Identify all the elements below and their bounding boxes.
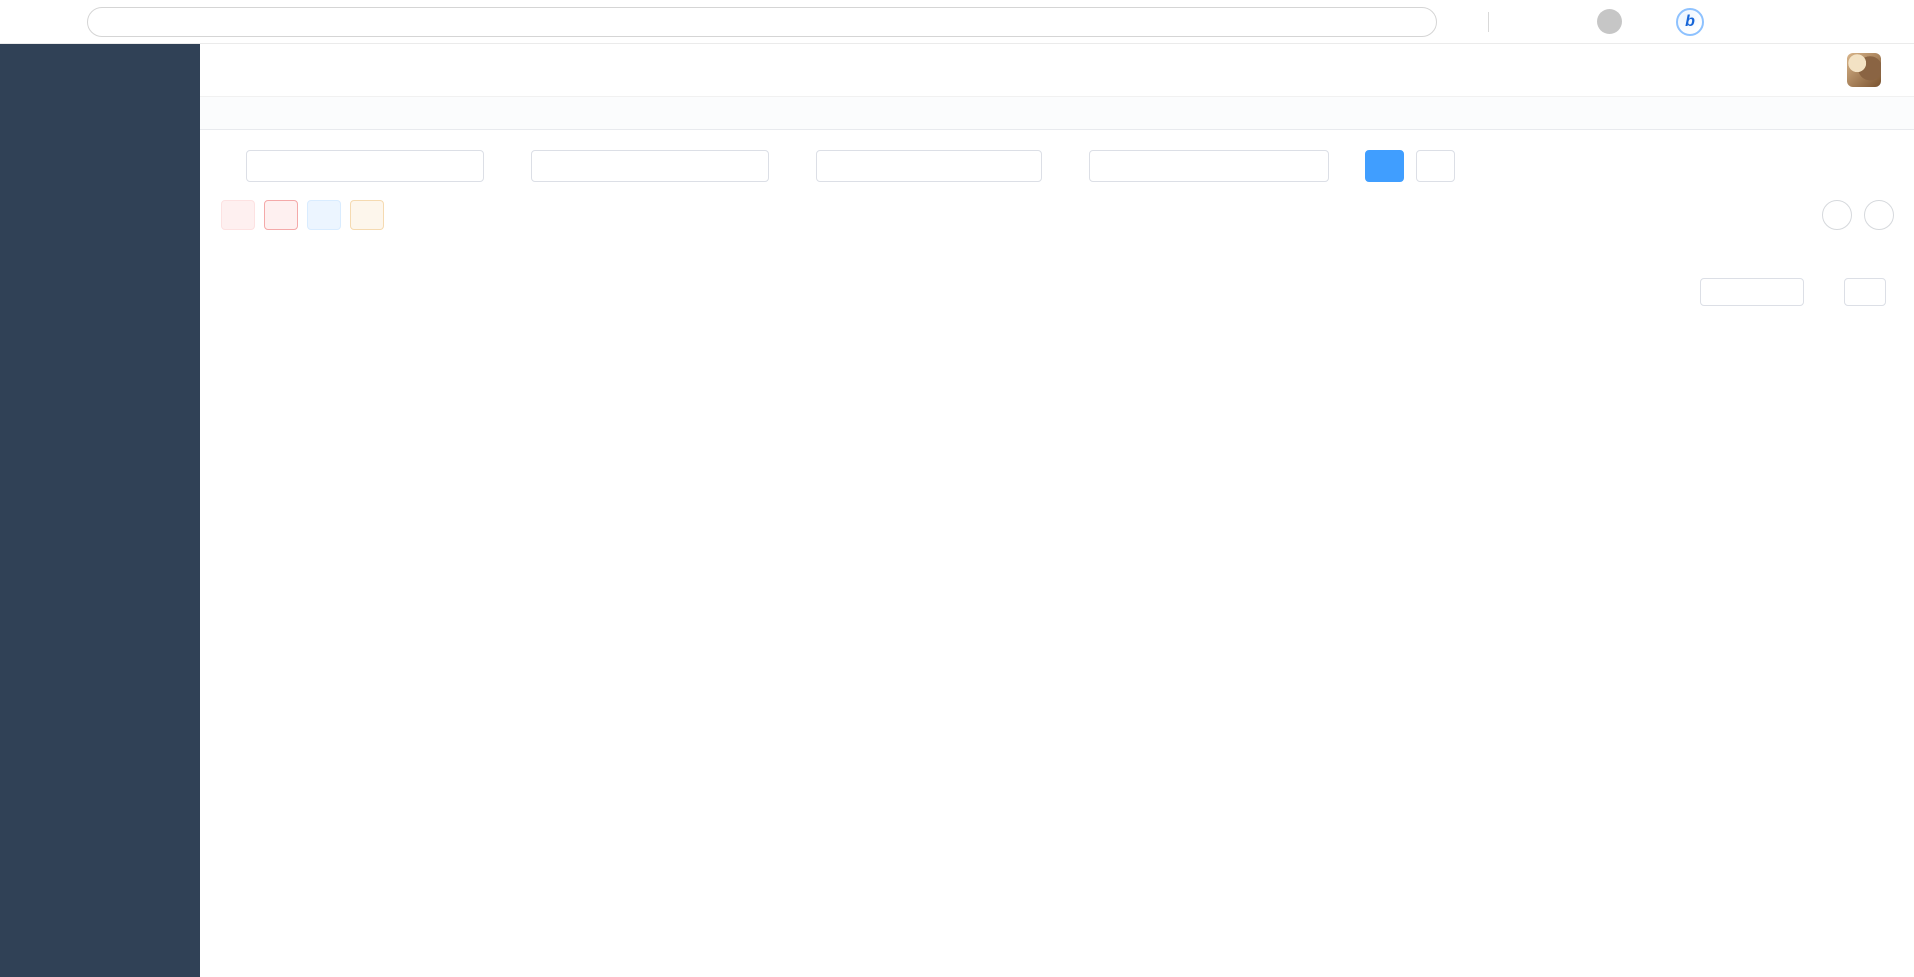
username-input[interactable]	[531, 150, 769, 182]
filter-bar	[233, 150, 1914, 182]
browser-toolbar: b	[0, 0, 1914, 44]
browser-actions: b	[1461, 8, 1704, 36]
goto-page-input[interactable]	[1844, 278, 1886, 306]
export-button[interactable]	[350, 200, 384, 230]
toolbar-divider	[1488, 12, 1489, 32]
unlock-button[interactable]	[307, 200, 341, 230]
main-content	[200, 44, 1914, 977]
clear-button[interactable]	[264, 200, 298, 230]
page-size-select[interactable]	[1700, 278, 1804, 306]
user-avatar[interactable]	[1847, 53, 1881, 87]
search-button[interactable]	[1365, 150, 1404, 182]
login-ip-input[interactable]	[246, 150, 484, 182]
address-bar[interactable]	[87, 7, 1437, 37]
refresh-table-button[interactable]	[1864, 200, 1894, 230]
status-select[interactable]	[816, 150, 1042, 182]
delete-button[interactable]	[221, 200, 255, 230]
pagination-bar	[200, 278, 1894, 306]
tab-bar	[200, 96, 1914, 130]
browser-profile-avatar[interactable]	[1597, 9, 1622, 34]
header-actions	[1722, 53, 1892, 87]
copilot-icon[interactable]: b	[1676, 8, 1704, 36]
table-tools	[1822, 200, 1894, 230]
goto-page	[1836, 278, 1894, 306]
show-search-button[interactable]	[1822, 200, 1852, 230]
app-header	[200, 44, 1914, 96]
sidebar-menu	[0, 100, 200, 102]
date-range-picker[interactable]	[1089, 150, 1329, 182]
app-logo	[0, 44, 200, 100]
sidebar	[0, 44, 200, 977]
action-bar	[221, 200, 1894, 230]
reset-button[interactable]	[1416, 150, 1455, 182]
